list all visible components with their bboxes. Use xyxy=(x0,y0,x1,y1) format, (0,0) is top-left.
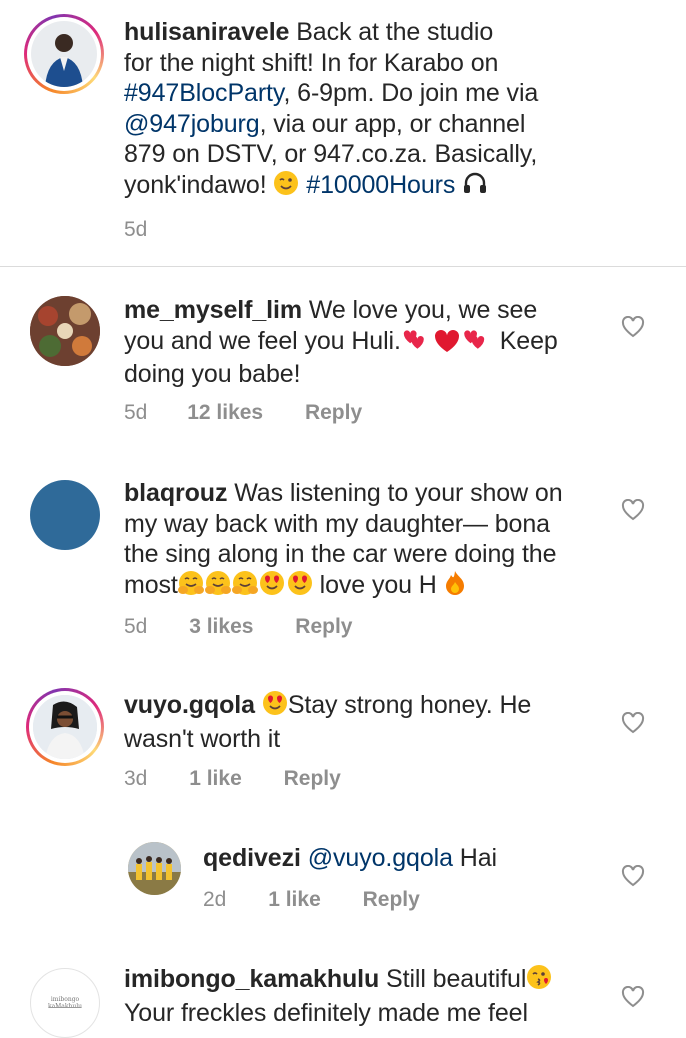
comment-avatar[interactable] xyxy=(128,842,181,895)
comment-username[interactable]: vuyo.gqola xyxy=(124,691,255,719)
reply-button[interactable]: Reply xyxy=(305,401,362,424)
heart-outline-icon[interactable] xyxy=(621,712,645,734)
comment-username[interactable]: imibongo_kamakhulu xyxy=(124,965,379,993)
likes-count[interactable]: 12 likes xyxy=(187,401,263,424)
heart-eyes-emoji-icon xyxy=(287,570,313,604)
heart-outline-icon[interactable] xyxy=(621,316,645,338)
mention-link[interactable]: @947joburg xyxy=(124,110,260,138)
heart-outline-icon[interactable] xyxy=(621,865,645,887)
caption-text: Back at the studio xyxy=(296,18,494,46)
divider xyxy=(0,266,686,267)
comment-username[interactable]: me_myself_lim xyxy=(124,296,302,324)
hashtag-link[interactable]: #947BlocParty xyxy=(124,79,284,107)
comment-avatar[interactable] xyxy=(30,296,100,366)
hearts-emoji-icon xyxy=(401,326,493,360)
comment-avatar xyxy=(33,695,97,759)
heart-outline-icon[interactable] xyxy=(621,499,645,521)
hug-emoji-icon xyxy=(177,570,286,604)
wink-emoji-icon xyxy=(273,170,299,204)
heart-eyes-emoji-icon xyxy=(262,690,288,724)
reply-button[interactable]: Reply xyxy=(284,767,341,790)
post-username[interactable]: hulisaniravele xyxy=(124,18,289,46)
reply-button[interactable]: Reply xyxy=(295,615,352,638)
likes-count[interactable]: 3 likes xyxy=(189,615,253,638)
likes-count[interactable]: 1 like xyxy=(268,888,321,911)
comment-avatar[interactable] xyxy=(30,480,100,550)
post-avatar xyxy=(31,21,97,87)
kiss-emoji-icon xyxy=(526,964,552,998)
comment-time: 2d xyxy=(203,888,227,911)
comment-time: 5d xyxy=(124,401,148,424)
comment-username[interactable]: qedivezi xyxy=(203,844,301,872)
mention-link[interactable]: @vuyo.gqola xyxy=(308,844,453,872)
likes-count[interactable]: 1 like xyxy=(189,767,242,790)
post-time: 5d xyxy=(124,218,148,241)
post-avatar-ring[interactable] xyxy=(24,14,104,94)
comment-username[interactable]: blaqrouz xyxy=(124,479,227,507)
comment-time: 3d xyxy=(124,767,148,790)
comment-time: 5d xyxy=(124,615,148,638)
headphones-icon xyxy=(462,170,488,204)
comment-avatar[interactable]: imibongo kaMakhulu xyxy=(30,968,100,1038)
hashtag-link[interactable]: #10000Hours xyxy=(306,171,455,199)
heart-outline-icon[interactable] xyxy=(621,986,645,1008)
comment-avatar-ring[interactable] xyxy=(26,688,104,766)
reply-button[interactable]: Reply xyxy=(363,888,420,911)
fire-emoji-icon xyxy=(444,570,466,604)
